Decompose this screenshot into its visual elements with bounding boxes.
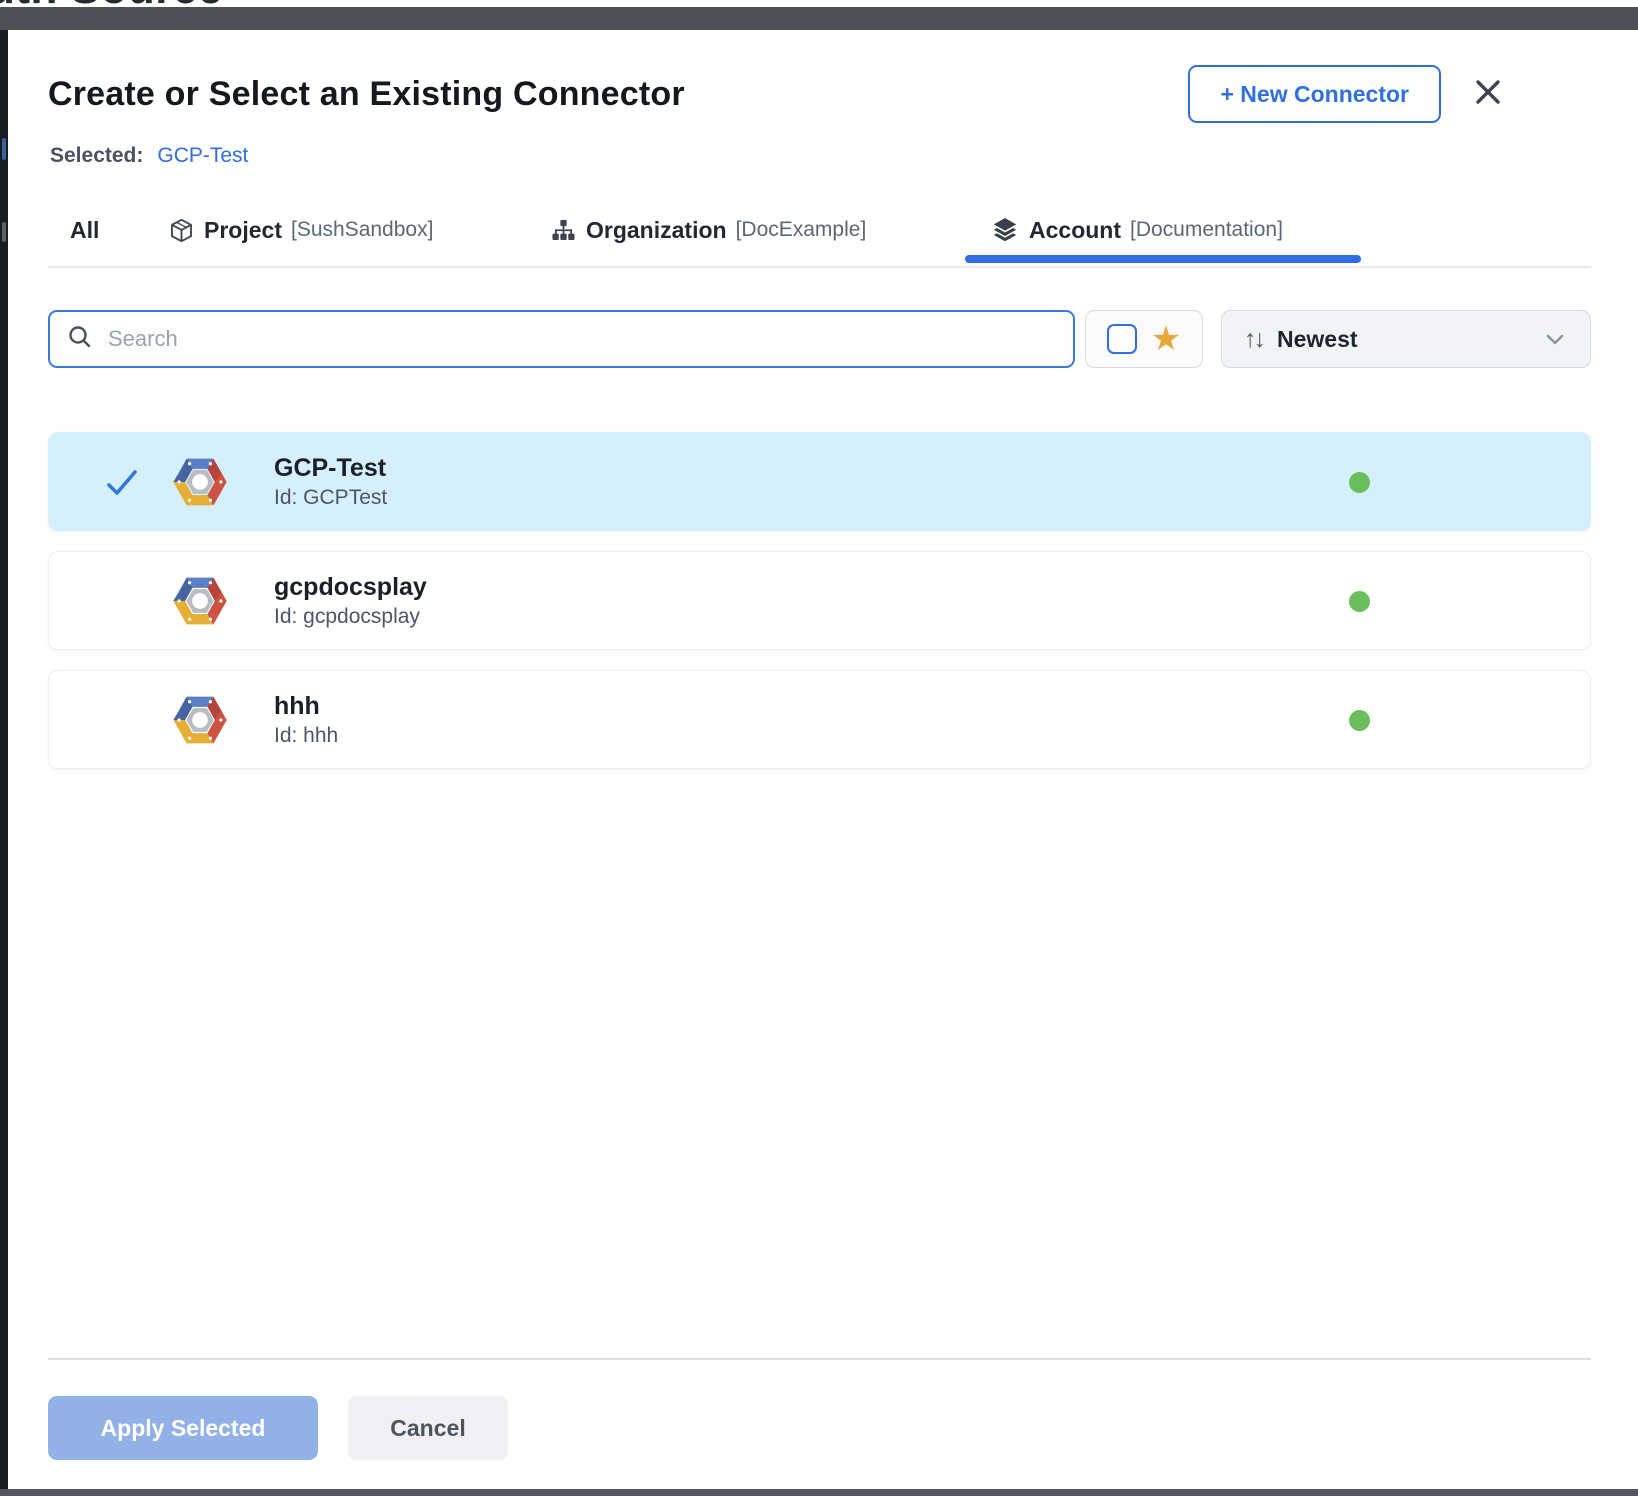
connector-list: GCP-Test Id: GCPTest	[48, 432, 1591, 769]
gcp-logo-icon	[171, 691, 229, 749]
cancel-button[interactable]: Cancel	[348, 1396, 508, 1460]
connector-info: hhh Id: hhh	[274, 690, 338, 750]
background-sidebar-item-fragment	[2, 222, 6, 242]
tab-scope-suffix: [DocExample]	[736, 218, 867, 242]
background-page-header: uth Source	[0, 0, 1638, 30]
tab-label: Account	[1029, 217, 1121, 244]
status-dot	[1349, 591, 1370, 612]
tabs-divider	[48, 266, 1591, 268]
connector-name: gcpdocsplay	[274, 571, 427, 603]
connector-name: hhh	[274, 690, 338, 722]
status-dot	[1349, 710, 1370, 731]
selected-connector-line: Selected: GCP-Test	[50, 144, 248, 168]
tab-label: Project	[204, 217, 282, 244]
background-sidebar-item-fragment	[2, 138, 6, 160]
favorite-checkbox[interactable]	[1107, 324, 1137, 354]
gcp-logo-icon	[171, 572, 229, 630]
tab-label: All	[70, 217, 99, 244]
chevron-down-icon	[1542, 326, 1568, 352]
modal-title: Create or Select an Existing Connector	[48, 75, 685, 114]
connector-info: GCP-Test Id: GCPTest	[274, 452, 387, 512]
active-tab-indicator	[965, 255, 1361, 263]
sort-dropdown[interactable]: ↑↓ Newest	[1221, 310, 1591, 368]
check-icon	[105, 466, 139, 500]
background-sidebar-fragment	[0, 30, 8, 1489]
star-icon: ★	[1151, 322, 1181, 356]
connector-row-hhh[interactable]: hhh Id: hhh	[48, 670, 1591, 769]
selected-connector-link[interactable]: GCP-Test	[157, 144, 248, 167]
tab-label: Organization	[586, 217, 727, 244]
search-box	[48, 310, 1075, 368]
connector-row-gcp-test[interactable]: GCP-Test Id: GCPTest	[48, 432, 1591, 531]
search-icon	[66, 323, 94, 356]
connector-id: Id: hhh	[274, 722, 338, 750]
selected-label: Selected:	[50, 144, 143, 167]
connector-select-modal: Create or Select an Existing Connector S…	[8, 30, 1638, 1489]
tab-organization[interactable]: Organization [DocExample]	[550, 210, 866, 250]
tab-project[interactable]: Project [SushSandbox]	[168, 210, 433, 250]
gcp-logo-icon	[171, 453, 229, 511]
sort-arrows-icon: ↑↓	[1244, 325, 1263, 354]
connector-id: Id: GCPTest	[274, 484, 387, 512]
cube-icon	[168, 217, 195, 244]
search-input[interactable]	[108, 326, 1057, 352]
modal-overlay	[0, 7, 1638, 30]
close-button[interactable]	[1471, 76, 1505, 110]
footer-divider	[48, 1358, 1591, 1360]
tab-scope-suffix: [SushSandbox]	[291, 218, 433, 242]
org-chart-icon	[550, 217, 577, 244]
apply-selected-button[interactable]: Apply Selected	[48, 1396, 318, 1460]
tab-account[interactable]: Account [Documentation]	[990, 210, 1283, 250]
connector-info: gcpdocsplay Id: gcpdocsplay	[274, 571, 427, 631]
connector-row-gcpdocsplay[interactable]: gcpdocsplay Id: gcpdocsplay	[48, 551, 1591, 650]
status-dot	[1349, 472, 1370, 493]
connector-name: GCP-Test	[274, 452, 387, 484]
background-bottom-fragment	[0, 1489, 1638, 1496]
sort-value: Newest	[1277, 326, 1358, 353]
close-icon	[1473, 77, 1503, 110]
layers-icon	[990, 215, 1020, 245]
connector-id: Id: gcpdocsplay	[274, 603, 427, 631]
tab-scope-suffix: [Documentation]	[1130, 218, 1283, 242]
new-connector-button[interactable]: + New Connector	[1188, 65, 1441, 123]
tab-all[interactable]: All	[70, 210, 99, 250]
favorite-filter: ★	[1085, 310, 1203, 368]
